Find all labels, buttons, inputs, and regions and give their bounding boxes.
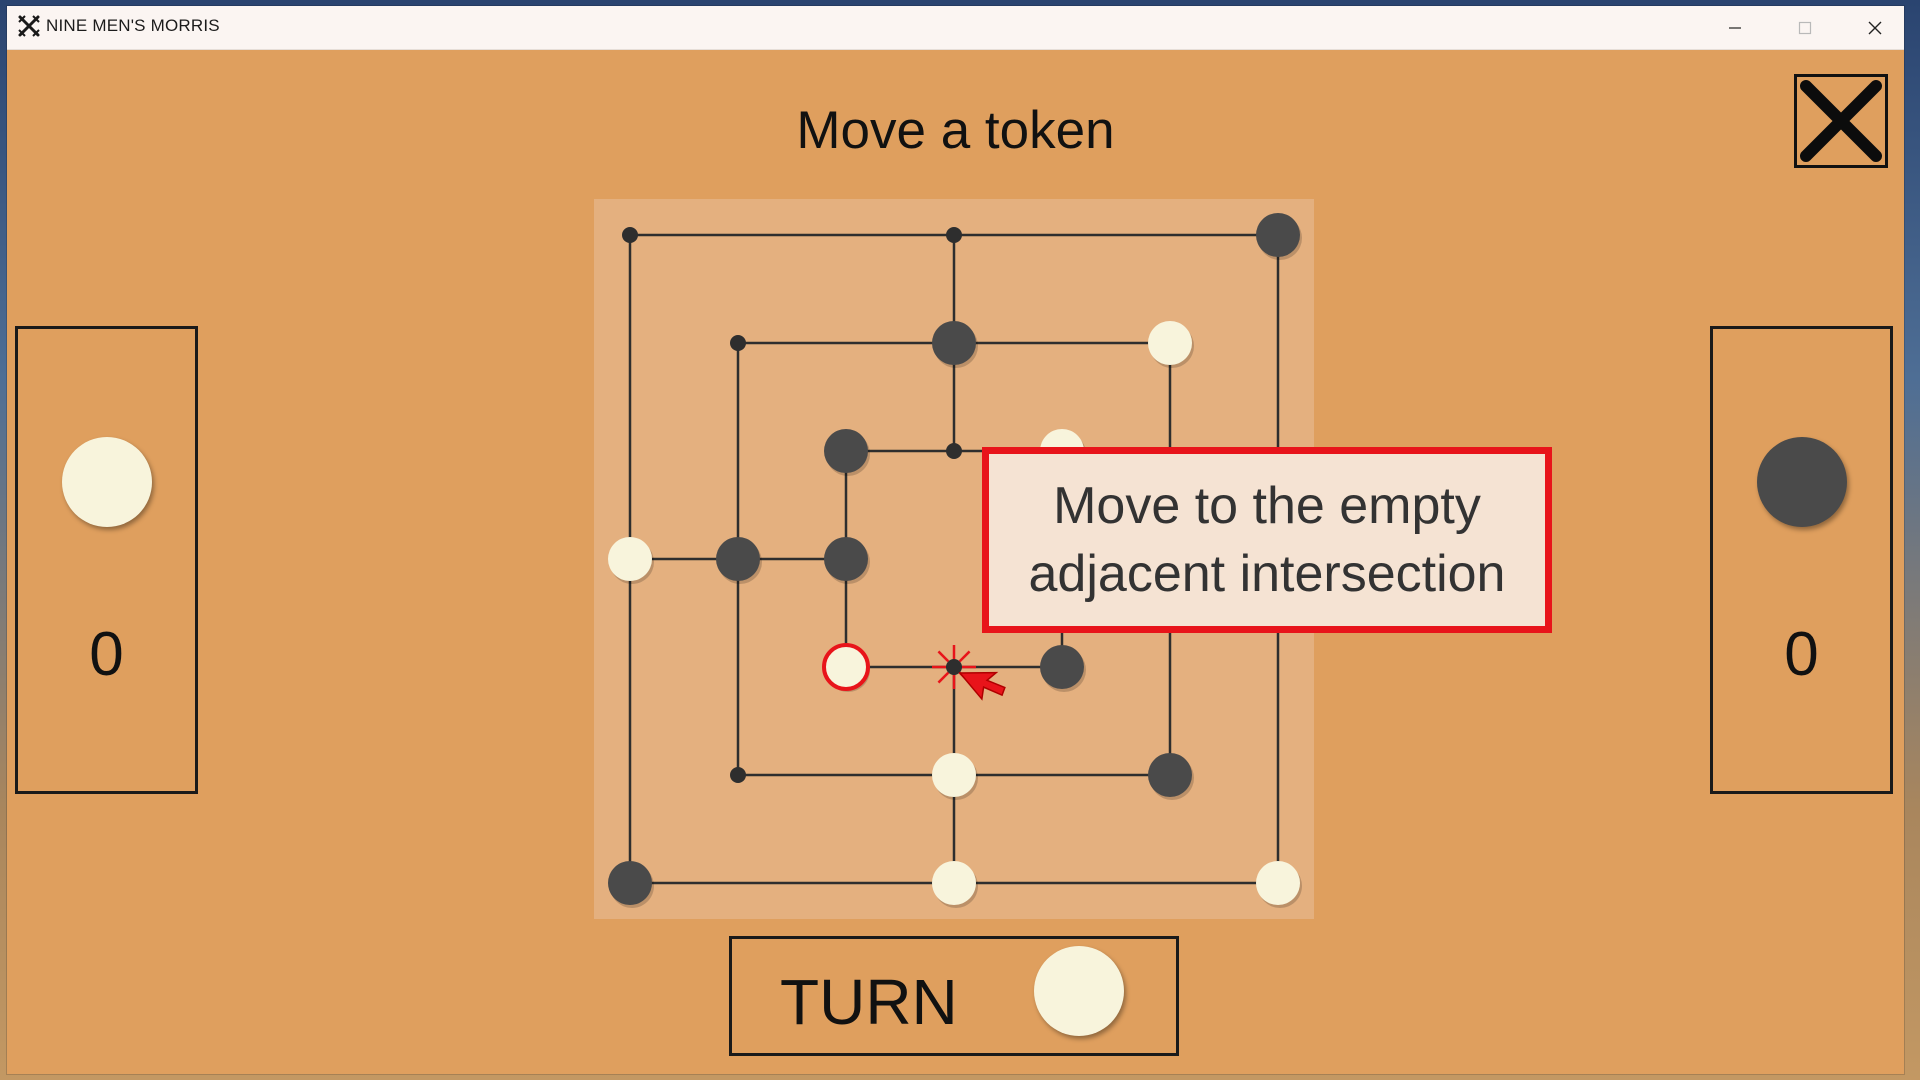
turn-indicator: TURN <box>729 936 1179 1056</box>
hint-callout: Move to the empty adjacent intersection <box>982 447 1552 633</box>
dark-piece-ring0-bottom-left[interactable] <box>608 861 652 905</box>
empty-point-ring0-top-left[interactable] <box>622 227 638 243</box>
empty-point-ring1-bottom-left[interactable] <box>730 767 746 783</box>
turn-token <box>1034 946 1124 1036</box>
empty-point-ring0-top-mid[interactable] <box>946 227 962 243</box>
light-piece-ring1-bottom-mid[interactable] <box>932 753 976 797</box>
light-piece-ring2-bottom-left[interactable] <box>822 643 870 691</box>
light-piece-ring1-top-right[interactable] <box>1148 321 1192 365</box>
cursor-arrow-icon <box>958 671 1006 701</box>
turn-label: TURN <box>780 966 958 1038</box>
light-piece-ring0-bottom-right[interactable] <box>1256 861 1300 905</box>
light-piece-ring0-bottom-mid[interactable] <box>932 861 976 905</box>
empty-point-ring2-top-mid[interactable] <box>946 443 962 459</box>
light-piece-ring0-mid-left[interactable] <box>608 537 652 581</box>
dark-piece-ring2-top-left[interactable] <box>824 429 868 473</box>
dark-piece-ring1-top-mid[interactable] <box>932 321 976 365</box>
hint-line-2: adjacent intersection <box>1028 545 1506 603</box>
hint-line-1: Move to the empty <box>1053 477 1481 535</box>
dark-piece-ring0-top-right[interactable] <box>1256 213 1300 257</box>
app-window: NINE MEN'S MORRIS Move a token 0 0 Move … <box>7 6 1904 1074</box>
dark-piece-ring2-mid-left[interactable] <box>824 537 868 581</box>
empty-point-ring1-top-left[interactable] <box>730 335 746 351</box>
dark-piece-ring1-bottom-right[interactable] <box>1148 753 1192 797</box>
dark-piece-ring2-bottom-right[interactable] <box>1040 645 1084 689</box>
game-board <box>608 213 1302 908</box>
dark-piece-ring1-mid-left[interactable] <box>716 537 760 581</box>
